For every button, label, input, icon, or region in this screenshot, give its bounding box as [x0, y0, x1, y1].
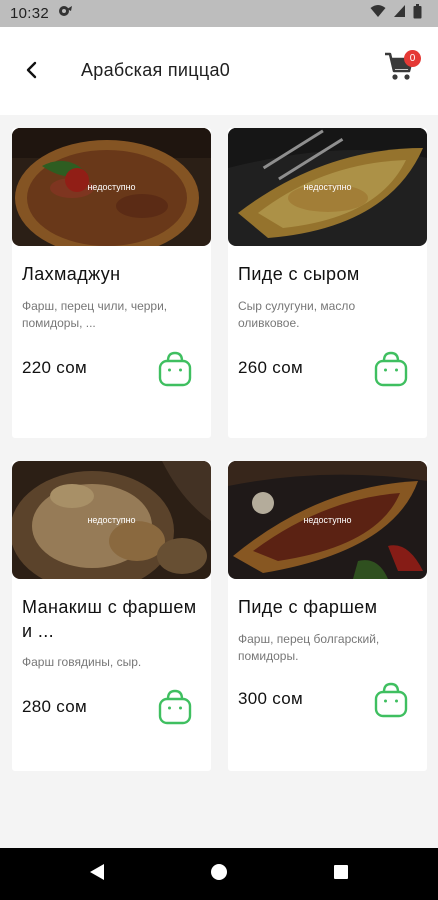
product-card[interactable]: недоступно Пиде с фаршем Фарш, перец бол…	[228, 461, 427, 771]
shopping-bag-icon	[371, 351, 411, 392]
notification-icon	[57, 4, 73, 23]
circle-home-icon	[210, 863, 228, 886]
product-description: Фарш, перец болгарский, помидоры.	[238, 632, 380, 663]
system-navigation-bar	[0, 848, 438, 900]
wifi-icon	[370, 4, 386, 23]
product-name: Манакиш с фаршем и ...	[22, 597, 197, 641]
unavailable-label: недоступно	[87, 515, 136, 525]
product-price: 300 сом	[238, 689, 304, 708]
app-bar: Арабская пицца0 0	[0, 27, 438, 115]
signal-icon	[393, 4, 406, 23]
cart-button[interactable]: 0	[383, 49, 421, 87]
product-image: недоступно	[228, 128, 427, 246]
add-to-cart-button[interactable]	[371, 348, 411, 388]
unavailable-label: недоступно	[87, 182, 136, 192]
nav-home-button[interactable]	[204, 859, 234, 889]
back-button[interactable]	[17, 57, 47, 87]
product-name: Лахмаджун	[22, 264, 121, 284]
status-time: 10:32	[10, 5, 50, 22]
shopping-bag-icon	[371, 682, 411, 723]
nav-back-button[interactable]	[82, 859, 112, 889]
nav-recents-button[interactable]	[326, 859, 356, 889]
page-title: Арабская пицца0	[81, 60, 231, 80]
product-name: Пиде с сыром	[238, 264, 360, 284]
back-arrow-icon	[24, 61, 40, 84]
unavailable-label: недоступно	[303, 515, 352, 525]
product-image: недоступно	[12, 461, 211, 579]
shopping-cart-icon	[383, 52, 415, 87]
product-description: Фарш говядины, сыр.	[22, 655, 142, 669]
product-image: недоступно	[228, 461, 427, 579]
status-bar: 10:32	[0, 0, 438, 27]
product-card[interactable]: недоступно Лахмаджун Фарш, перец чили, ч…	[12, 128, 211, 438]
triangle-back-icon	[88, 862, 106, 887]
unavailable-label: недоступно	[303, 182, 352, 192]
product-description: Фарш, перец чили, черри, помидоры, ...	[22, 299, 168, 330]
product-image: недоступно	[12, 128, 211, 246]
add-to-cart-button[interactable]	[155, 686, 195, 726]
square-recents-icon	[333, 864, 349, 885]
cart-count-badge: 0	[404, 50, 421, 67]
shopping-bag-icon	[155, 689, 195, 730]
battery-icon	[413, 3, 422, 24]
product-description: Сыр сулугуни, масло оливковое.	[238, 299, 356, 330]
product-price: 280 сом	[22, 697, 88, 716]
shopping-bag-icon	[155, 351, 195, 392]
product-name: Пиде с фаршем	[238, 597, 378, 617]
add-to-cart-button[interactable]	[155, 348, 195, 388]
product-price: 260 сом	[238, 358, 304, 377]
add-to-cart-button[interactable]	[371, 679, 411, 719]
product-price: 220 сом	[22, 358, 88, 377]
product-card[interactable]: недоступно Манакиш с фаршем и ... Фарш г…	[12, 461, 211, 771]
product-card[interactable]: недоступно Пиде с сыром Сыр сулугуни, ма…	[228, 128, 427, 438]
